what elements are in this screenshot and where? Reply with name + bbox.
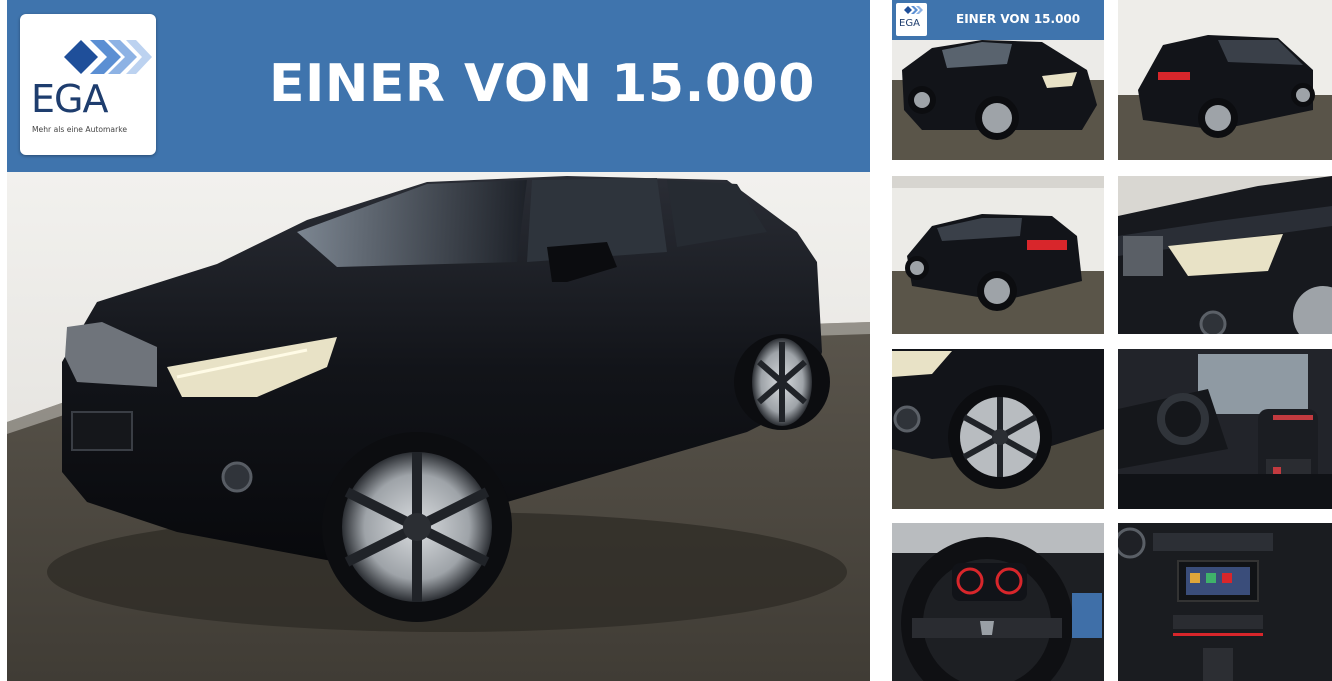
- thumbnail-banner: EGA EINER VON 15.000: [892, 0, 1104, 40]
- promo-banner: EGA Mehr als eine Automarke EINER VON 15…: [7, 0, 870, 172]
- thumbnail-image: [892, 523, 1104, 681]
- car-scene: [7, 172, 870, 681]
- thumbnail-image: [892, 176, 1104, 334]
- ega-chevron-logo-icon: [64, 40, 152, 74]
- logo-tagline: Mehr als eine Automarke: [32, 125, 127, 134]
- thumbnail-image: [892, 349, 1104, 509]
- thumbnail-image: [1118, 349, 1332, 509]
- thumbnail-interior-front-seats[interactable]: [1118, 349, 1332, 509]
- mini-logo-text: EGA: [899, 18, 920, 29]
- logo-wordmark: EGA: [31, 77, 108, 121]
- thumbnail-image: [1118, 0, 1332, 160]
- thumbnail-steering-wheel[interactable]: [892, 523, 1104, 681]
- thumbnail-headlight-detail[interactable]: [1118, 176, 1332, 334]
- ega-chevron-logo-icon: [904, 6, 923, 14]
- thumbnail-front-three-quarter[interactable]: EGA EINER VON 15.000: [892, 0, 1104, 160]
- thumbnail-rear-side[interactable]: [892, 176, 1104, 334]
- thumbnail-wheel-detail[interactable]: [892, 349, 1104, 509]
- ega-logo: EGA Mehr als eine Automarke: [20, 14, 156, 155]
- main-car-photo[interactable]: EGA Mehr als eine Automarke EINER VON 15…: [7, 0, 870, 681]
- mini-ega-logo: EGA: [896, 3, 927, 36]
- thumbnail-center-console[interactable]: [1118, 523, 1332, 681]
- banner-title: EINER VON 15.000: [269, 54, 815, 114]
- thumbnail-image: [1118, 176, 1332, 334]
- thumbnail-image: [1118, 523, 1332, 681]
- thumbnail-rear-three-quarter[interactable]: [1118, 0, 1332, 160]
- mini-banner-title: EINER VON 15.000: [956, 12, 1081, 26]
